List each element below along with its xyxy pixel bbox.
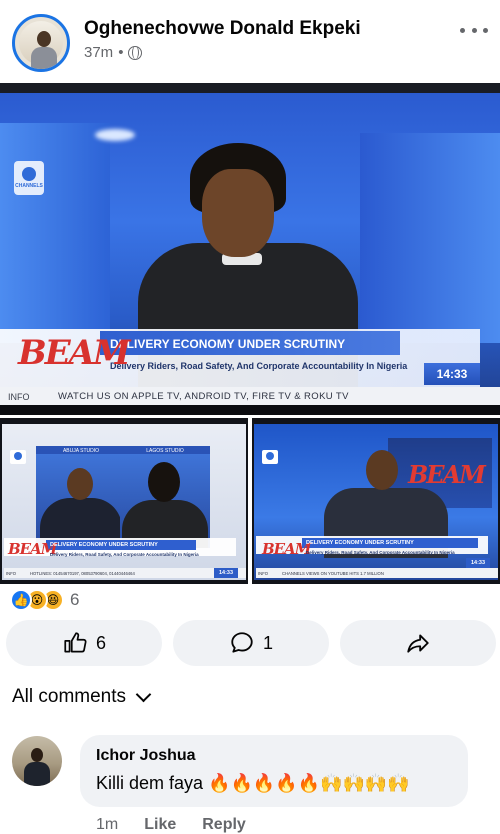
- author-name[interactable]: Oghenechovwe Donald Ekpeki: [84, 18, 361, 40]
- like-icon: [64, 632, 87, 653]
- like-count: 6: [95, 632, 106, 653]
- tv-clock: 14:33: [214, 568, 238, 578]
- avatar-photo: [19, 21, 63, 69]
- chevron-down-icon: [135, 686, 152, 702]
- news-subheadline: Delivery Riders, Road Safety, And Corpor…: [306, 550, 455, 555]
- comment-meta: 1m Like Reply: [96, 816, 246, 834]
- comment-button[interactable]: 1: [173, 620, 329, 666]
- comment-text: Killi dem faya 🔥🔥🔥🔥🔥🙌🙌🙌🙌: [96, 773, 410, 793]
- share-icon: [407, 634, 429, 653]
- post-meta: 37m •: [84, 44, 143, 61]
- news-headline: DELIVERY ECONOMY UNDER SCRUTINY: [110, 337, 346, 351]
- news-ticker: INFO WATCH US ON APPLE TV, ANDROID TV, F…: [0, 387, 500, 407]
- lower-third: DELIVERY ECONOMY UNDER SCRUTINY Delivery…: [0, 321, 500, 415]
- reactions-summary[interactable]: 👍 😮 😆 6: [10, 588, 79, 612]
- author-avatar[interactable]: [12, 14, 70, 72]
- reaction-count: 6: [70, 590, 80, 609]
- like-button[interactable]: 6: [6, 620, 162, 666]
- post-photo-main[interactable]: CHANNELS DELIVERY ECONOMY UNDER SCRUTINY…: [0, 83, 500, 415]
- comment-reply-button[interactable]: Reply: [202, 816, 246, 834]
- studio-background: BEAM BEAM DELIVERY ECONOMY UNDER SCRUTIN…: [254, 424, 498, 580]
- ticker-label: INFO: [8, 392, 30, 402]
- news-headline: DELIVERY ECONOMY UNDER SCRUTINY: [306, 540, 414, 546]
- post-photo-right[interactable]: BEAM BEAM DELIVERY ECONOMY UNDER SCRUTIN…: [252, 418, 500, 584]
- meta-separator: •: [118, 44, 124, 61]
- news-subheadline: Delivery Riders, Road Safety, And Corpor…: [110, 361, 408, 371]
- studio-backdrop-logo: BEAM: [408, 460, 486, 489]
- channels-logo: CHANNELS: [14, 161, 44, 195]
- tv-clock: 14:33: [424, 363, 480, 385]
- show-logo: BEAM: [18, 333, 131, 373]
- post-header: Oghenechovwe Donald Ekpeki 37m •: [0, 0, 500, 82]
- show-logo: BEAM: [262, 540, 311, 558]
- commenter-avatar[interactable]: [12, 736, 62, 786]
- tv-clock: 14:33: [466, 558, 490, 568]
- post-photo-left[interactable]: ABUJA STUDIO LAGOS STUDIO BEAM DELIVERY …: [0, 418, 248, 584]
- comment-time[interactable]: 1m: [96, 816, 118, 834]
- post-actions: 6 1: [6, 620, 496, 666]
- comment-bubble: Ichor Joshua Killi dem faya 🔥🔥🔥🔥🔥🙌🙌🙌🙌: [80, 735, 468, 807]
- channels-logo: [10, 450, 26, 464]
- like-icon: 👍: [10, 589, 32, 611]
- ticker-text: CHANNELS VIEWS ON YOUTUBE HITS 1.7 MILLI…: [282, 571, 384, 576]
- comments-filter-label: All comments: [12, 686, 127, 707]
- comments-filter[interactable]: All comments: [12, 686, 152, 708]
- globe-icon: [128, 45, 143, 60]
- share-button[interactable]: [340, 620, 496, 666]
- ticker-label: INFO: [6, 571, 17, 576]
- comment-icon: [231, 632, 253, 653]
- news-headline: DELIVERY ECONOMY UNDER SCRUTINY: [50, 542, 158, 548]
- ticker-label: INFO: [258, 571, 269, 576]
- ticker-text: HOTLINES: 01454670197, 08053790604, 0144…: [30, 571, 135, 576]
- comment-like-button[interactable]: Like: [144, 816, 176, 834]
- split-screen-background: ABUJA STUDIO LAGOS STUDIO BEAM DELIVERY …: [2, 424, 246, 580]
- commenter-name[interactable]: Ichor Joshua: [96, 747, 196, 765]
- post-time[interactable]: 37m: [84, 44, 113, 61]
- studio-box-left: [36, 454, 126, 548]
- ticker-text: WATCH US ON APPLE TV, ANDROID TV, FIRE T…: [58, 391, 349, 402]
- channels-logo: [262, 450, 278, 464]
- comment-count: 1: [262, 632, 273, 653]
- more-options-icon[interactable]: [460, 20, 488, 40]
- news-subheadline: Delivery Riders, Road Safety, And Corpor…: [50, 552, 199, 557]
- studio-box-right: [120, 454, 210, 548]
